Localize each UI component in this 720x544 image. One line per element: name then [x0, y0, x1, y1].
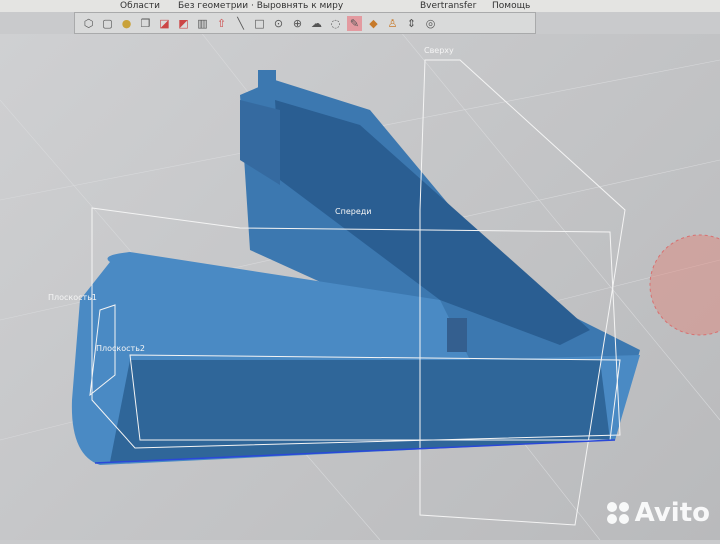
lasso2-icon[interactable]: ◌: [328, 16, 343, 31]
box-icon[interactable]: ▢: [100, 16, 115, 31]
toolbar: ⬡ ▢ ● ❐ ◪ ◩ ▥ ⇧ ╲ □ ⊙ ⊕ ☁ ◌ ✎ ◆ ♙ ⇕ ◎: [74, 12, 536, 34]
model-tab: [447, 318, 467, 352]
circle-icon[interactable]: ⊙: [271, 16, 286, 31]
model-tab: [258, 70, 276, 100]
line-icon[interactable]: ╲: [233, 16, 248, 31]
avito-logo-icon: [606, 502, 629, 524]
fill-icon[interactable]: ◆: [366, 16, 381, 31]
scene: [0, 30, 720, 541]
smooth-icon[interactable]: ♙: [385, 16, 400, 31]
avito-watermark: Avito: [606, 498, 710, 528]
plane2-icon[interactable]: ◩: [176, 16, 191, 31]
object-icon[interactable]: ●: [119, 16, 134, 31]
menu-areas[interactable]: Области: [120, 0, 160, 12]
plane-label-2[interactable]: Плоскость2: [96, 344, 145, 353]
gizmo-circle: [649, 234, 720, 336]
plane-label-front[interactable]: Спереди: [335, 207, 371, 216]
menu-bar: Области Без геометрии · Выровнять к миру…: [0, 0, 720, 12]
split-icon[interactable]: ▥: [195, 16, 210, 31]
scale-icon[interactable]: ⇕: [404, 16, 419, 31]
menu-help[interactable]: Помощь: [492, 0, 530, 12]
copy-icon[interactable]: ❐: [138, 16, 153, 31]
rect-icon[interactable]: □: [252, 16, 267, 31]
menu-geometry[interactable]: Без геометрии · Выровнять к миру: [178, 0, 343, 12]
lasso-icon[interactable]: ☁: [309, 16, 324, 31]
visibility-icon[interactable]: ◎: [423, 16, 438, 31]
brush-icon[interactable]: ✎: [347, 15, 362, 31]
plane-icon[interactable]: ◪: [157, 16, 172, 31]
3d-viewport[interactable]: Сверху Спереди Плоскость1 Плоскость2: [0, 30, 720, 541]
circle2-icon[interactable]: ⊕: [290, 16, 305, 31]
extrude-icon[interactable]: ⇧: [214, 16, 229, 31]
menu-transfer[interactable]: Bvertransfer: [420, 0, 476, 12]
plane-label-1[interactable]: Плоскость1: [48, 293, 97, 302]
polygon-icon[interactable]: ⬡: [81, 16, 96, 31]
plane-label-top[interactable]: Сверху: [424, 46, 454, 55]
